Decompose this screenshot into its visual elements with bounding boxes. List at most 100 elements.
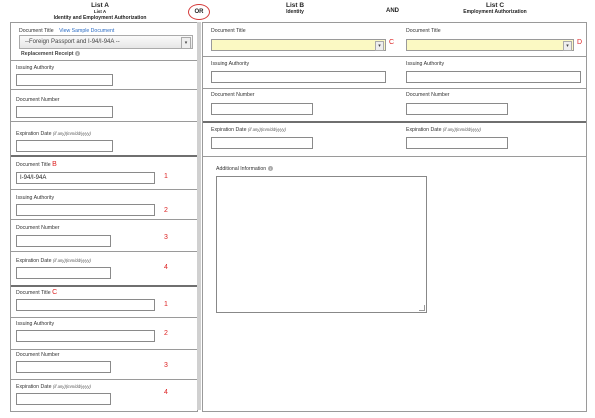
list-a-doc2-number-label: Document Number (16, 225, 60, 231)
list-c-number-input[interactable] (406, 103, 508, 115)
view-sample-link[interactable]: View Sample Document (59, 28, 114, 34)
marker-number-3: 3 (164, 234, 168, 241)
chevron-down-icon[interactable]: ▾ (375, 41, 384, 51)
replacement-receipt-label: Replacement Receipt (21, 51, 74, 57)
additional-info-textarea[interactable] (216, 176, 427, 313)
info-icon[interactable]: i (267, 166, 273, 172)
list-b-expiration-hint: (if any)(mm/dd/yyyy) (247, 127, 286, 132)
list-a-doc1-number-section: Document Number (11, 89, 197, 122)
list-a-doc2-title-input[interactable]: I-94/I-94A (16, 172, 155, 184)
marker-number-3b: 3 (164, 362, 168, 369)
marker-number-4: 4 (164, 264, 168, 271)
list-c-expiration-hint: (if any)(mm/dd/yyyy) (442, 127, 481, 132)
list-a-doc3-title-label: Document Title C (16, 289, 57, 296)
marker-number-2: 2 (164, 207, 168, 214)
list-a-doc3-title-section: Document Title C 1 (11, 287, 197, 318)
marker-number-2b: 2 (164, 330, 168, 337)
list-a-doc2-number-input[interactable] (16, 235, 111, 247)
marker-number-1: 1 (164, 173, 168, 180)
list-b-header: List B Identity (255, 2, 335, 15)
list-a-doc3-expiration-hint: (if any)(mm/dd/yyyy) (52, 384, 91, 389)
chevron-down-icon[interactable]: ▾ (181, 37, 191, 49)
list-a-doc2-number-section: Document Number 3 (11, 219, 197, 252)
list-a-doc2-expiration-input[interactable] (16, 267, 111, 279)
list-a-doc1-issuing-input[interactable] (16, 74, 113, 86)
additional-info-label: Additional Information i (216, 166, 273, 172)
list-a-doc1-number-input[interactable] (16, 106, 113, 118)
list-a-doc-title-select[interactable]: --Foreign Passport and I-94/I-94A -- ▾ (19, 35, 193, 49)
list-a-doc3-issuing-section: Issuing Authority 2 (11, 317, 197, 350)
chevron-down-icon[interactable]: ▾ (563, 41, 572, 51)
list-c-expiration-input[interactable] (406, 137, 508, 149)
list-bc-panel: Document Title ▾ C Document Title ▾ D Is… (202, 22, 587, 412)
list-a-doc3-number-input[interactable] (16, 361, 111, 373)
expiration-row: Expiration Date (if any)(mm/dd/yyyy) Exp… (203, 123, 586, 157)
list-a-doc2-issuing-section: Issuing Authority 2 (11, 189, 197, 220)
marker-c-left: C (52, 289, 58, 296)
list-b-issuing-input[interactable] (211, 71, 386, 83)
list-a-doc2-title-text: Document Title (16, 162, 51, 168)
number-row: Document Number Document Number (203, 88, 586, 123)
list-a-header: List A List A Identity and Employment Au… (40, 2, 160, 21)
marker-number-4b: 4 (164, 389, 168, 396)
list-a-doc3-expiration-label: Expiration Date (if any)(mm/dd/yyyy) (16, 384, 91, 390)
list-b-issuing-label: Issuing Authority (211, 61, 250, 67)
list-c-caption: Employment Authorization (463, 9, 527, 15)
list-a-doc3-issuing-input[interactable] (16, 330, 155, 342)
list-a-doc1-issuing-section: Issuing Authority (11, 60, 197, 90)
list-a-doc2-expiration-hint: (if any)(mm/dd/yyyy) (52, 258, 91, 263)
list-a-doc2-expiration-label: Expiration Date (if any)(mm/dd/yyyy) (16, 258, 91, 264)
info-icon[interactable]: i (74, 51, 80, 57)
marker-c: C (389, 39, 395, 46)
marker-b: B (52, 161, 57, 168)
replacement-receipt[interactable]: Replacement Receipt i (21, 51, 80, 57)
resize-handle-icon[interactable] (419, 305, 425, 311)
list-a-doc-title-text: Document Title (19, 28, 54, 34)
list-a-doc1-expiration-hint: (if any)(mm/dd/yyyy) (52, 131, 91, 136)
issuing-row: Issuing Authority Issuing Authority (203, 56, 586, 89)
list-b-doc-title-label: Document Title (211, 28, 246, 34)
list-b-doc-title-select[interactable]: ▾ (211, 39, 386, 51)
list-c-header: List C Employment Authorization (445, 2, 545, 15)
list-a-doc2-expiration-text: Expiration Date (16, 258, 52, 264)
list-a-doc2-issuing-input[interactable] (16, 204, 155, 216)
list-a-doc2-title-section: Document Title B I-94/I-94A 1 (11, 157, 197, 190)
list-a-doc3-expiration-input[interactable] (16, 393, 111, 405)
list-a-doc1-issuing-label: Issuing Authority (16, 65, 55, 71)
and-label: AND (386, 8, 399, 14)
list-c-doc-title-select[interactable]: ▾ (406, 39, 574, 51)
column-divider (197, 22, 201, 410)
list-b-expiration-label: Expiration Date (if any)(mm/dd/yyyy) (211, 127, 286, 133)
list-a-doc-title-value: --Foreign Passport and I-94/I-94A -- (25, 39, 120, 45)
list-c-doc-title-label: Document Title (406, 28, 441, 34)
list-a-caption: Identity and Employment Authorization (53, 15, 147, 21)
list-a-doc-title-label: Document Title View Sample Document (19, 28, 114, 34)
list-b-expiration-text: Expiration Date (211, 127, 247, 133)
list-a-doc1-expiration-input[interactable] (16, 140, 113, 152)
list-c-expiration-text: Expiration Date (406, 127, 442, 133)
marker-d: D (577, 39, 583, 46)
list-b-number-label: Document Number (211, 92, 255, 98)
list-a-doc3-expiration-text: Expiration Date (16, 384, 52, 390)
additional-info-text: Additional Information (216, 166, 267, 172)
list-a-doc-title-section: Document Title View Sample Document --Fo… (11, 23, 197, 61)
list-a-doc3-title-text: Document Title (16, 290, 51, 296)
list-a-doc1-expiration-label: Expiration Date (if any)(mm/dd/yyyy) (16, 131, 91, 137)
list-c-issuing-input[interactable] (406, 71, 581, 83)
list-b-expiration-input[interactable] (211, 137, 313, 149)
list-a-panel: Document Title View Sample Document --Fo… (10, 22, 198, 412)
list-a-doc3-number-section: Document Number 3 (11, 349, 197, 380)
list-a-doc1-number-label: Document Number (16, 97, 60, 103)
list-a-doc3-number-label: Document Number (16, 352, 60, 358)
list-a-doc3-issuing-label: Issuing Authority (16, 321, 55, 327)
list-c-expiration-label: Expiration Date (if any)(mm/dd/yyyy) (406, 127, 481, 133)
list-a-doc2-title-label: Document Title B (16, 161, 57, 168)
list-b-caption: Identity (286, 9, 304, 15)
list-a-doc1-expiration-section: Expiration Date (if any)(mm/dd/yyyy) (11, 121, 197, 157)
marker-number-1b: 1 (164, 301, 168, 308)
doc-title-row: Document Title ▾ C Document Title ▾ D (203, 23, 586, 57)
list-a-doc3-title-input[interactable] (16, 299, 155, 311)
list-c-issuing-label: Issuing Authority (406, 61, 445, 67)
list-a-doc2-expiration-section: Expiration Date (if any)(mm/dd/yyyy) 4 (11, 251, 197, 287)
list-b-number-input[interactable] (211, 103, 313, 115)
